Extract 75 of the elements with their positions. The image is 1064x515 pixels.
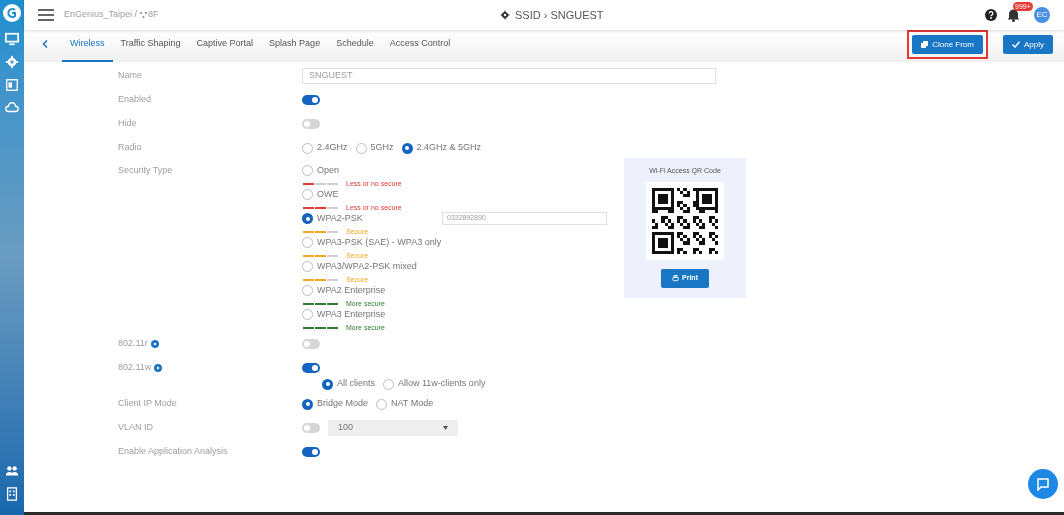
radio-label: WPA3-PSK (SAE) - WPA3 only — [317, 236, 442, 249]
radio-label: WPA2-PSK — [317, 212, 363, 225]
toggle-switch[interactable] — [302, 119, 320, 129]
chat-button[interactable] — [1028, 469, 1058, 499]
radio-label: WPA2 Enterprise — [317, 284, 386, 297]
radio-button[interactable] — [401, 142, 413, 154]
page-title: SSID › SNGUEST — [514, 7, 604, 23]
check-icon — [1012, 41, 1020, 48]
tab[interactable]: Access Control — [381, 30, 459, 62]
field-label: VLAN ID — [118, 421, 153, 435]
radio-label: All clients — [337, 377, 375, 391]
back-icon[interactable] — [42, 40, 48, 48]
clone-button[interactable]: Clone From — [912, 35, 983, 54]
toggle-switch[interactable] — [302, 363, 320, 373]
field-label: Enabled — [118, 93, 152, 107]
vlan-select[interactable]: 100 — [328, 420, 458, 436]
tab[interactable]: Wireless — [62, 30, 113, 62]
panel-icon[interactable] — [5, 78, 19, 92]
users-icon[interactable] — [5, 464, 19, 478]
radio-button[interactable] — [322, 378, 333, 390]
radio-button[interactable] — [302, 213, 313, 225]
user-avatar[interactable]: EC — [1034, 7, 1050, 23]
radio-button[interactable] — [355, 142, 367, 154]
radio-label: WPA3/WPA2-PSK mixed — [317, 260, 417, 273]
toggle-switch[interactable] — [302, 339, 320, 349]
tab[interactable]: Schedule — [328, 30, 382, 62]
field-label: Enable Application Analysis — [118, 445, 228, 459]
field-label: Name — [118, 69, 142, 83]
radio-button[interactable] — [302, 142, 313, 154]
cloud-icon[interactable] — [5, 101, 19, 115]
dropdown-icon — [443, 426, 448, 430]
toggle-switch[interactable] — [302, 95, 320, 105]
tab[interactable]: Captive Portal — [188, 30, 262, 62]
toggle-switch[interactable] — [302, 423, 320, 433]
menu-icon[interactable] — [38, 9, 54, 21]
name-field[interactable]: SNGUEST — [302, 68, 716, 84]
field-label: 802.11w — [118, 361, 152, 375]
toggle-switch[interactable] — [302, 447, 320, 457]
radio-button[interactable] — [302, 165, 313, 177]
radio-label: NAT Mode — [391, 397, 434, 411]
radio-button[interactable] — [376, 398, 388, 410]
field-label: Radio — [118, 141, 142, 155]
radio-label: Open — [317, 164, 340, 177]
field-label: Client IP Mode — [118, 397, 177, 411]
tab[interactable]: Splash Page — [261, 30, 329, 62]
radio-label: 5GHz — [370, 141, 394, 155]
field-label: Security Type — [118, 164, 173, 177]
radio-label: OWE — [317, 188, 339, 201]
radio-button[interactable] — [302, 285, 313, 297]
bell-icon[interactable] — [1007, 8, 1020, 22]
chat-icon — [1036, 477, 1050, 491]
radio-button[interactable] — [302, 189, 313, 201]
building-icon[interactable] — [5, 487, 19, 501]
radio-label: WPA3 Enterprise — [317, 308, 386, 321]
copy-icon — [921, 41, 929, 48]
printer-icon — [672, 274, 679, 282]
field-label: Hide — [118, 117, 137, 131]
tab[interactable]: Traffic Shaping — [112, 30, 189, 62]
radio-label: Bridge Mode — [317, 397, 369, 411]
floor-icon — [140, 12, 148, 18]
site-name[interactable]: EnGenius_Taipei / — [64, 8, 138, 22]
radio-button[interactable] — [302, 261, 313, 273]
radio-label: 2.4GHz — [317, 141, 348, 155]
radio-button[interactable] — [302, 398, 313, 410]
radio-button[interactable] — [302, 309, 313, 321]
radio-button[interactable] — [383, 378, 394, 390]
logo-icon[interactable] — [2, 3, 22, 23]
radio-label: Allow 11w-clients only — [398, 377, 486, 391]
apply-button[interactable]: Apply — [1003, 35, 1053, 54]
radio-label: 2.4GHz & 5GHz — [416, 141, 482, 155]
field-label: 802.11r — [118, 337, 148, 351]
monitor-icon[interactable] — [5, 32, 19, 46]
radio-button[interactable] — [302, 237, 313, 249]
qr-code — [652, 187, 718, 254]
floor-name[interactable]: 8F — [148, 8, 159, 22]
